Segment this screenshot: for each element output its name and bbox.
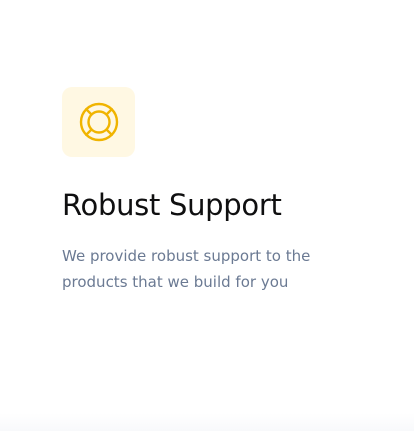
icon-tile xyxy=(62,87,135,157)
feature-description: We provide robust support to the product… xyxy=(62,247,311,291)
feature-title: Robust Support xyxy=(62,188,282,222)
life-ring-icon xyxy=(78,101,120,143)
feature-card: Robust Support We provide robust support… xyxy=(0,0,414,431)
bottom-fade xyxy=(0,413,414,431)
